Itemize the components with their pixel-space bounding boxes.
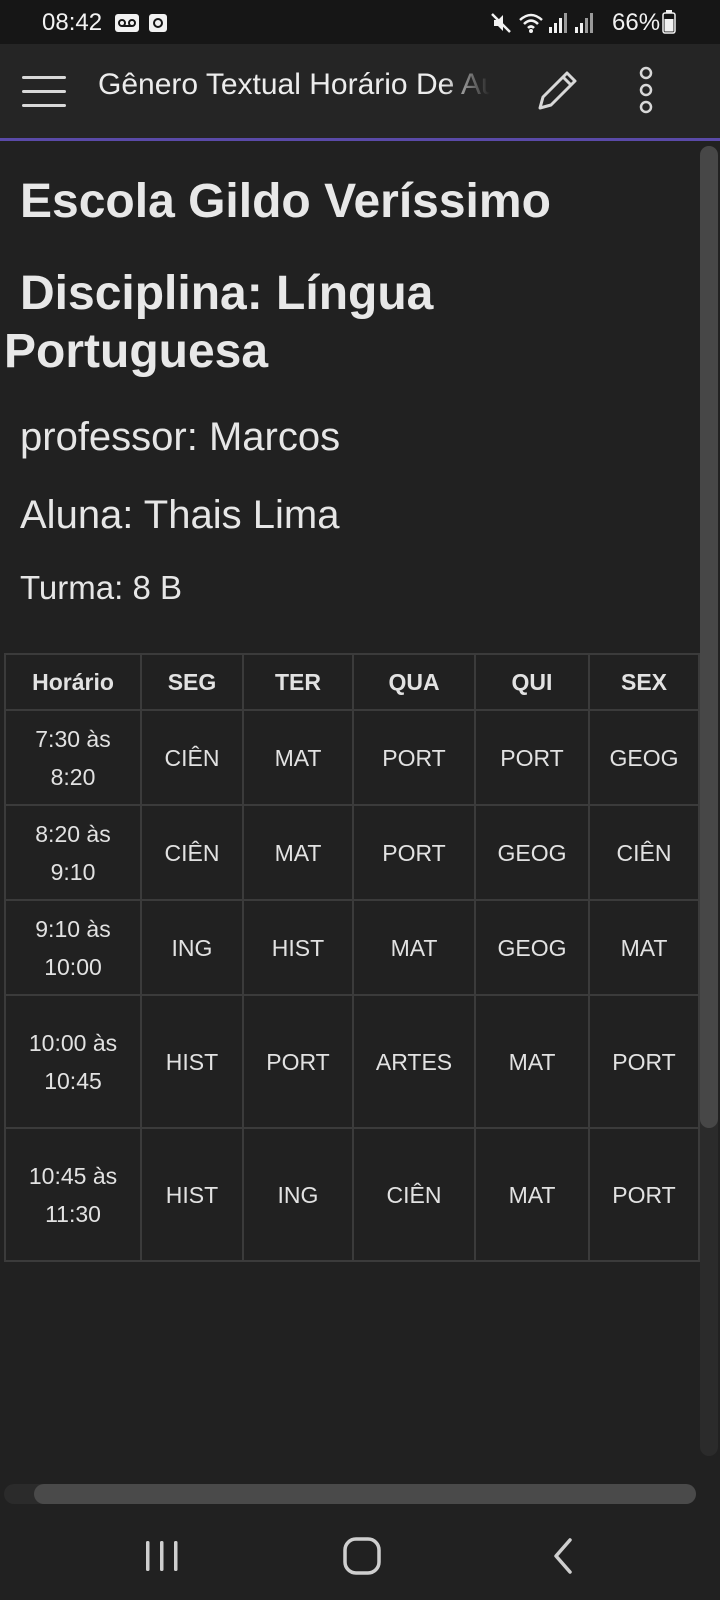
menu-icon[interactable] (20, 74, 68, 110)
subject-cell: PORT (588, 994, 700, 1129)
column-header: SEG (140, 653, 244, 711)
time-cell: 10:00 às 10:45 (4, 994, 142, 1129)
horizontal-scrollbar[interactable] (4, 1484, 696, 1504)
table-row: 8:20 às 9:10 CIÊN MAT PORT GEOG CIÊN (4, 804, 700, 901)
document-content[interactable]: Escola Gildo Veríssimo Disciplina: Língu… (0, 141, 700, 1481)
subject-cell: HIST (242, 899, 354, 996)
class-heading: Turma: 8 B (20, 569, 182, 606)
subject-cell: GEOG (474, 804, 590, 901)
subject-cell: GEOG (588, 709, 700, 806)
table-row: 7:30 às 8:20 CIÊN MAT PORT PORT GEOG (4, 709, 700, 806)
subject-cell: ING (242, 1127, 354, 1262)
recent-apps-icon[interactable] (138, 1532, 186, 1580)
subject-cell: HIST (140, 1127, 244, 1262)
home-icon[interactable] (338, 1532, 386, 1580)
system-nav-bar (0, 1508, 720, 1600)
battery-icon (662, 10, 676, 41)
subject-cell: PORT (352, 709, 476, 806)
subject-cell: MAT (242, 804, 354, 901)
column-header: QUA (352, 653, 476, 711)
table-row: 10:00 às 10:45 HIST PORT ARTES MAT PORT (4, 994, 700, 1129)
table-header-row: Horário SEG TER QUA QUI SEX (4, 653, 700, 711)
more-vert-icon[interactable] (636, 66, 656, 114)
subject-cell: ARTES (352, 994, 476, 1129)
voicemail-icon (114, 12, 140, 40)
battery-percentage: 66% (612, 9, 661, 36)
horizontal-scroll-thumb[interactable] (34, 1484, 696, 1504)
time-cell: 8:20 às 9:10 (4, 804, 142, 901)
discipline-heading: Disciplina: Língua Portuguesa (4, 267, 434, 378)
screen-record-icon (148, 12, 168, 40)
subject-cell: CIÊN (140, 804, 244, 901)
column-header: SEX (588, 653, 700, 711)
app-bar-title: Gênero Textual Horário De Aula (98, 68, 490, 101)
subject-cell: HIST (140, 994, 244, 1129)
mute-icon (490, 12, 512, 41)
subject-cell: PORT (242, 994, 354, 1129)
vertical-scrollbar[interactable] (700, 146, 718, 1456)
app-bar: Gênero Textual Horário De Aula (0, 44, 720, 141)
wifi-icon (518, 12, 544, 41)
subject-cell: MAT (352, 899, 476, 996)
subject-cell: CIÊN (140, 709, 244, 806)
status-bar: 08:42 66% (0, 0, 720, 44)
status-time: 08:42 (42, 9, 103, 36)
table-row: 9:10 às 10:00 ING HIST MAT GEOG MAT (4, 899, 700, 996)
schedule-table: Horário SEG TER QUA QUI SEX 7:30 às 8:20… (4, 653, 700, 1262)
subject-cell: MAT (242, 709, 354, 806)
student-heading: Aluna: Thais Lima (20, 493, 340, 537)
subject-cell: CIÊN (352, 1127, 476, 1262)
subject-cell: CIÊN (588, 804, 700, 901)
time-cell: 7:30 às 8:20 (4, 709, 142, 806)
vertical-scroll-thumb[interactable] (700, 146, 718, 1128)
table-row: 10:45 às 11:30 HIST ING CIÊN MAT PORT (4, 1127, 700, 1262)
school-heading: Escola Gildo Veríssimo (20, 175, 551, 228)
column-header: TER (242, 653, 354, 711)
signal-icon (574, 12, 594, 41)
subject-cell: PORT (588, 1127, 700, 1262)
edit-pencil-icon[interactable] (534, 68, 580, 114)
time-cell: 9:10 às 10:00 (4, 899, 142, 996)
subject-cell: PORT (474, 709, 590, 806)
subject-cell: ING (140, 899, 244, 996)
teacher-heading: professor: Marcos (20, 415, 341, 459)
signal-icon (548, 12, 568, 41)
column-header: QUI (474, 653, 590, 711)
subject-cell: MAT (474, 1127, 590, 1262)
back-icon[interactable] (540, 1532, 588, 1580)
subject-cell: GEOG (474, 899, 590, 996)
column-header: Horário (4, 653, 142, 711)
time-cell: 10:45 às 11:30 (4, 1127, 142, 1262)
subject-cell: PORT (352, 804, 476, 901)
subject-cell: MAT (474, 994, 590, 1129)
subject-cell: MAT (588, 899, 700, 996)
